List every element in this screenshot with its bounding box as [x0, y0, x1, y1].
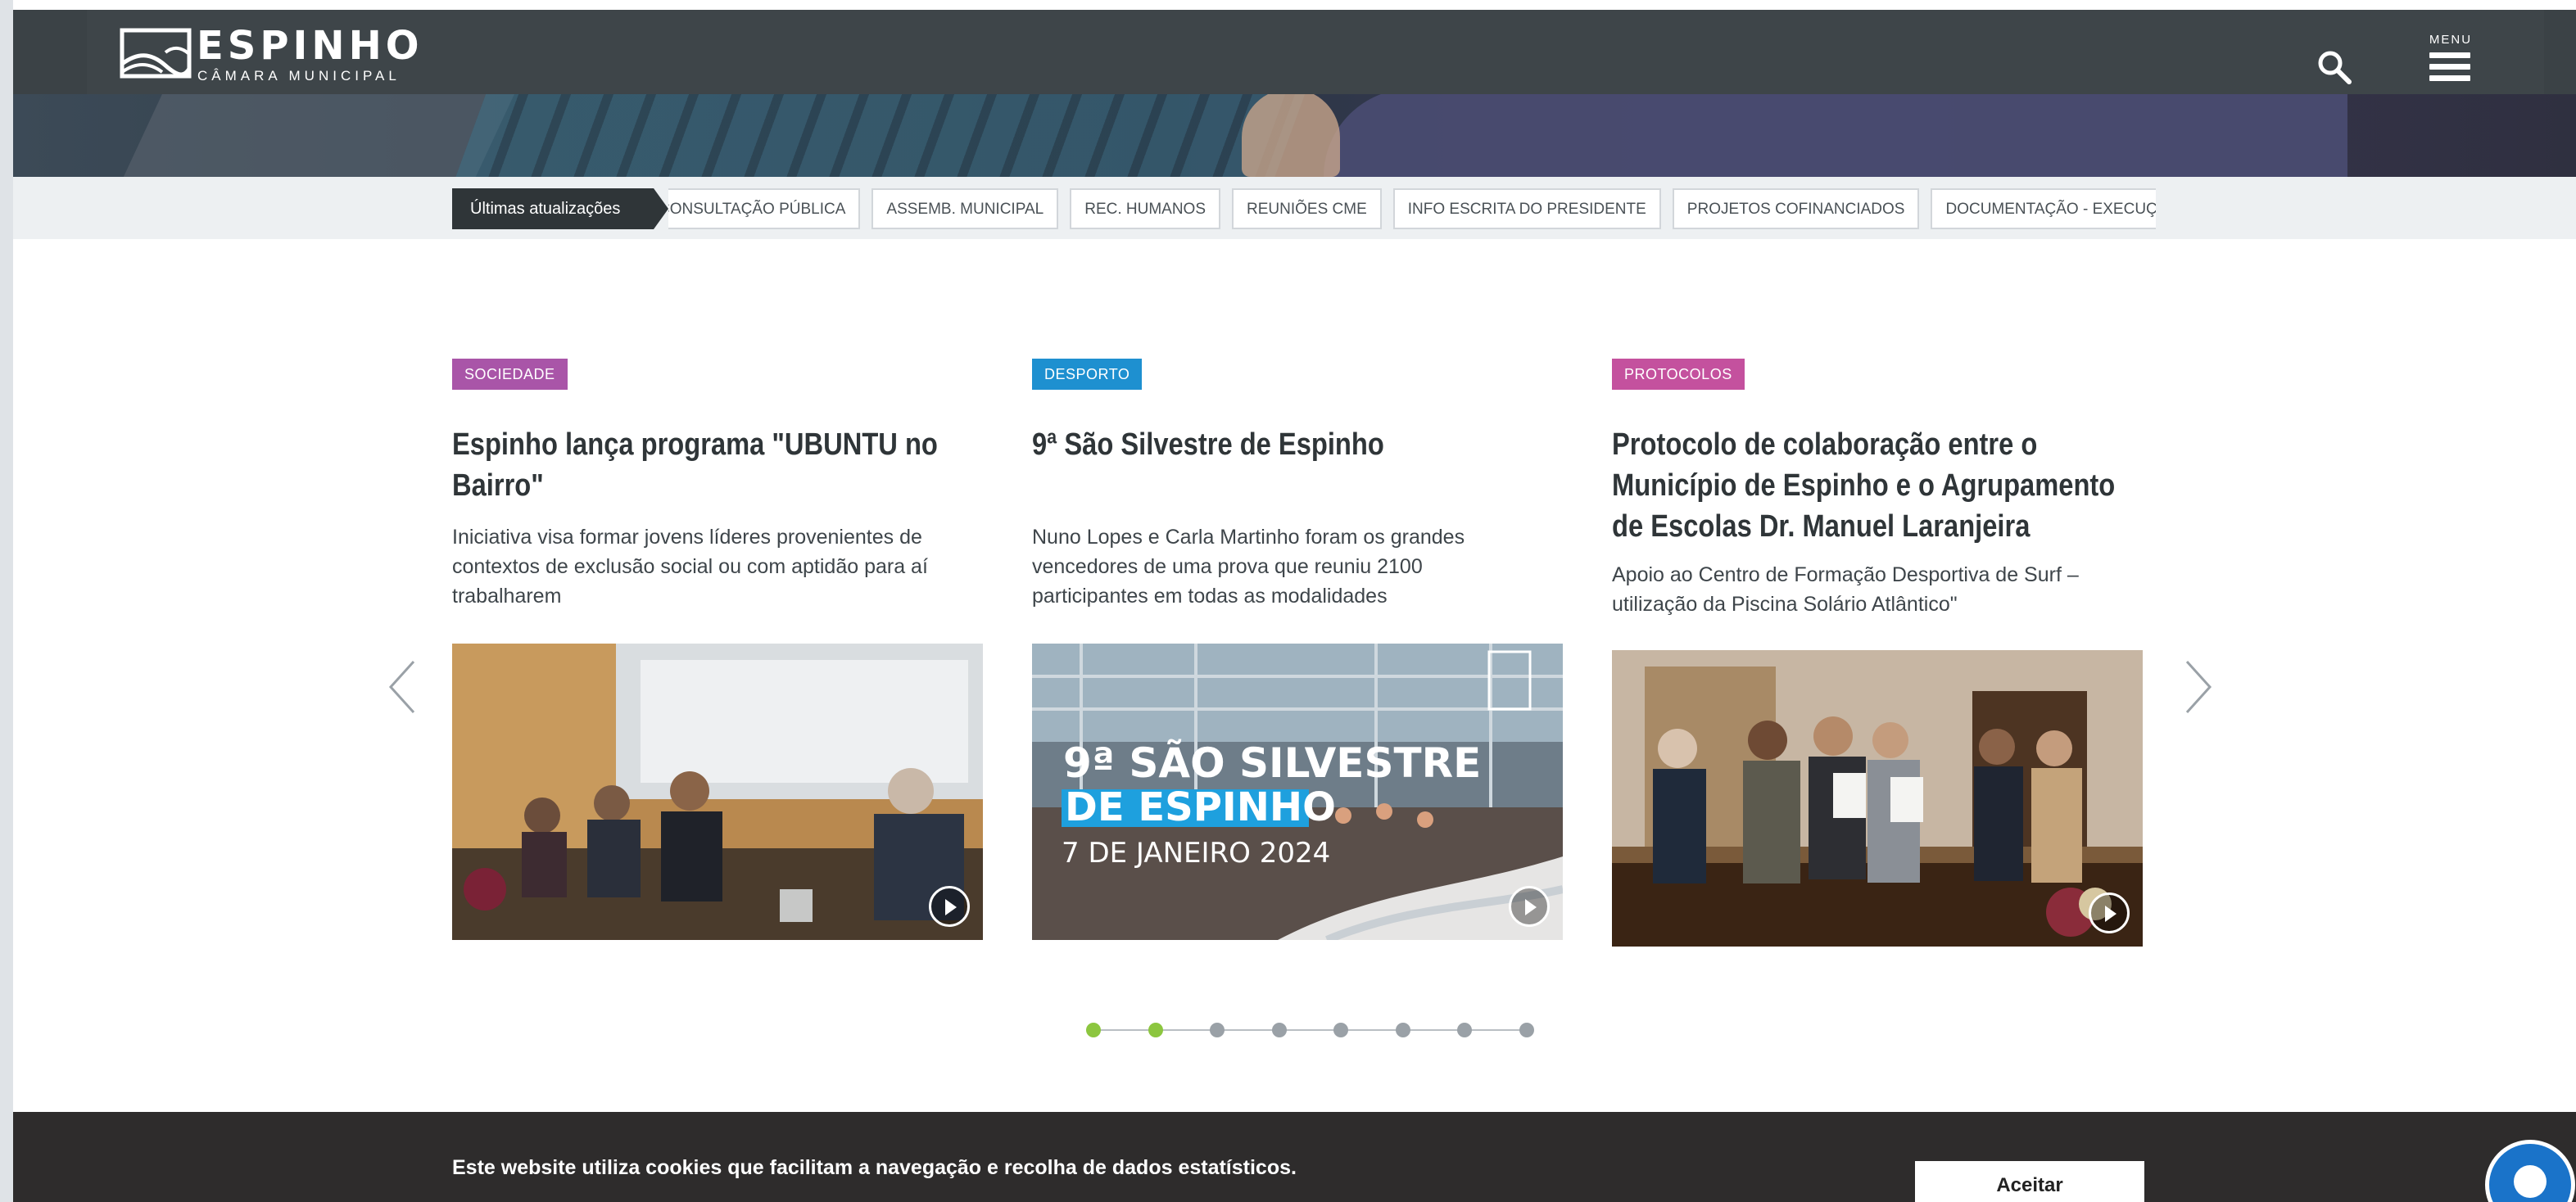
- news-image[interactable]: [452, 644, 983, 940]
- carousel-dot[interactable]: [1086, 1023, 1101, 1037]
- cookie-banner: Este website utiliza cookies que facilit…: [13, 1112, 2576, 1202]
- update-tag[interactable]: REUNIÕES CME: [1232, 188, 1382, 229]
- news-description: Apoio ao Centro de Formação Desportiva d…: [1612, 563, 2079, 616]
- news-image[interactable]: [1612, 650, 2143, 947]
- latest-updates-bar: Últimas atualizações CONSULTAÇÃO PÚBLICA…: [13, 177, 2576, 239]
- image-caption: 7 DE JANEIRO 2024: [1062, 837, 1331, 870]
- carousel-dot[interactable]: [1210, 1023, 1225, 1037]
- chevron-right-icon[interactable]: [2182, 658, 2215, 716]
- news-title[interactable]: 9ª São Silvestre de Espinho: [1032, 424, 1564, 465]
- logo-title: ESPINHO: [197, 23, 423, 69]
- menu-button[interactable]: MENU: [2424, 33, 2477, 90]
- image-caption: 9ª SÃO SILVESTRE: [1063, 739, 1482, 787]
- play-circle-icon: [1509, 886, 1550, 927]
- accept-cookies-button[interactable]: Aceitar: [1915, 1161, 2144, 1202]
- carousel-pagination: [1078, 1020, 1537, 1040]
- news-title[interactable]: Protocolo de colaboração entre o Municíp…: [1612, 424, 2144, 547]
- update-tag[interactable]: CONSULTAÇÃO PÚBLICA: [668, 188, 861, 229]
- logo-subtitle: CÂMARA MUNICIPAL: [197, 68, 401, 84]
- play-circle-icon: [2089, 892, 2130, 933]
- carousel-dot[interactable]: [1271, 1023, 1287, 1037]
- category-badge[interactable]: PROTOCOLOS: [1612, 359, 1745, 390]
- update-tag[interactable]: PROJETOS COFINANCIADOS: [1672, 188, 1920, 229]
- news-description: Iniciativa visa formar jovens líderes pr…: [452, 526, 928, 608]
- carousel-dot[interactable]: [1395, 1023, 1410, 1037]
- latest-updates-label: Últimas atualizações: [452, 188, 668, 229]
- news-image[interactable]: 9ª SÃO SILVESTRE DE ESPINHO 7 DE JANEIRO…: [1032, 644, 1563, 940]
- update-tag[interactable]: REC. HUMANOS: [1070, 188, 1221, 229]
- logo-icon: [120, 28, 192, 79]
- news-card[interactable]: PROTOCOLOS Protocolo de colaboração entr…: [1612, 359, 2143, 947]
- news-description: Nuno Lopes e Carla Martinho foram os gra…: [1032, 526, 1465, 608]
- image-caption: DE ESPINHO: [1065, 784, 1336, 830]
- carousel-dot[interactable]: [1457, 1023, 1472, 1037]
- news-card[interactable]: DESPORTO 9ª São Silvestre de Espinho Nun…: [1032, 359, 1563, 940]
- menu-label: MENU: [2429, 33, 2473, 47]
- page: ESPINHO CÂMARA MUNICIPAL MENU Últimas at…: [13, 0, 2576, 1202]
- chevron-left-icon[interactable]: [386, 658, 419, 716]
- update-tag[interactable]: ASSEMB. MUNICIPAL: [871, 188, 1059, 229]
- cookie-message: Este website utiliza cookies que facilit…: [452, 1156, 1297, 1179]
- play-circle-icon: [929, 886, 970, 927]
- update-tag[interactable]: INFO ESCRITA DO PRESIDENTE: [1392, 188, 1661, 229]
- updates-ticker: CONSULTAÇÃO PÚBLICA ASSEMB. MUNICIPAL REC.…: [668, 188, 2156, 229]
- carousel-dot[interactable]: [1519, 1023, 1534, 1037]
- update-tag[interactable]: DOCUMENTAÇÃO - EXECUÇÃO ORÇ: [1931, 188, 2156, 229]
- news-title[interactable]: Espinho lança programa "UBUNTU no Bairro…: [452, 424, 985, 506]
- news-card[interactable]: SOCIEDADE Espinho lança programa "UBUNTU…: [452, 359, 983, 940]
- category-badge[interactable]: DESPORTO: [1032, 359, 1143, 390]
- carousel-dot[interactable]: [1333, 1023, 1348, 1037]
- carousel-dot[interactable]: [1148, 1023, 1163, 1037]
- search-icon[interactable]: [2316, 49, 2352, 85]
- top-navbar: ESPINHO CÂMARA MUNICIPAL MENU: [13, 10, 2576, 94]
- category-badge[interactable]: SOCIEDADE: [452, 359, 568, 390]
